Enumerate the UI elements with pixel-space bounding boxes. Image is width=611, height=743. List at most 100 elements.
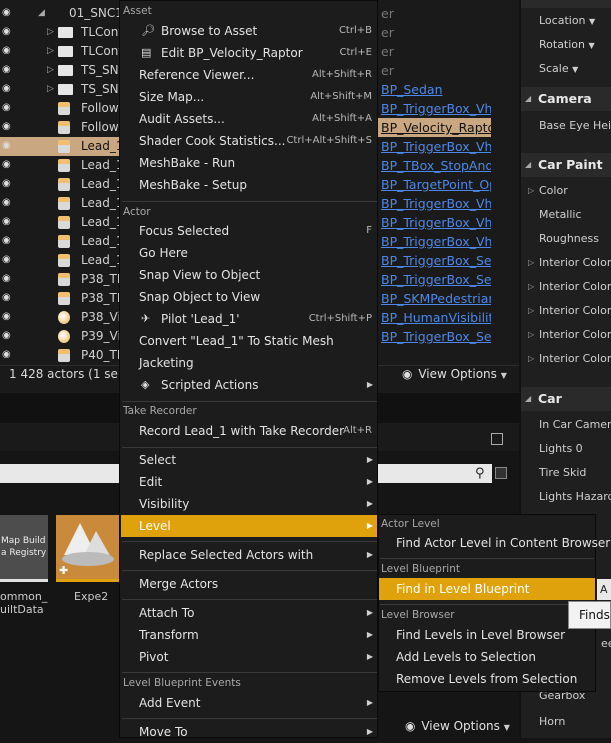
content-view-options-button[interactable]: ◉ View Options ▼ bbox=[405, 719, 510, 733]
asset-tile-expe2[interactable]: ✚ Expe2 bbox=[56, 515, 120, 615]
save-search-icon[interactable] bbox=[495, 467, 507, 479]
car-paint-property-row[interactable]: Color bbox=[521, 179, 611, 203]
outliner-view-options-button[interactable]: ◉ View Options ▼ bbox=[402, 367, 507, 385]
visibility-submenu-item[interactable]: Visibility ▶ bbox=[121, 493, 377, 515]
scale-row[interactable]: Scale ▼ bbox=[521, 57, 611, 81]
outliner-row[interactable]: ◉ Followe bbox=[0, 118, 126, 137]
outliner-row[interactable]: ◉ ▷ TLCont bbox=[0, 23, 123, 42]
move-to-submenu-item[interactable]: Move To ▶ bbox=[121, 721, 377, 743]
rotation-row[interactable]: Rotation ▼ bbox=[521, 33, 611, 57]
blueprint-link[interactable]: BP_TriggerBox_Set bbox=[378, 253, 491, 268]
outliner-row[interactable]: ◉ ▷ TS_SNC bbox=[0, 61, 127, 80]
outliner-type-cell[interactable]: BP_TBox_StopAndC bbox=[378, 156, 491, 175]
car-paint-property-row[interactable]: Interior Color 4 bbox=[521, 323, 611, 347]
visibility-eye-icon[interactable]: ◉ bbox=[2, 179, 16, 189]
expanded-arrow-icon[interactable]: ◢ bbox=[38, 8, 45, 18]
outliner-type-cell[interactable]: BP_TriggerBox_Set bbox=[378, 327, 491, 346]
size-map-item[interactable]: Size Map... Alt+Shift+M bbox=[121, 86, 377, 108]
outliner-row[interactable]: ◉ P38_Vi bbox=[0, 308, 121, 327]
outliner-row[interactable]: ◉ Lead_1 bbox=[0, 137, 123, 156]
car-paint-property-row[interactable]: Interior Color E bbox=[521, 347, 611, 371]
visibility-eye-icon[interactable]: ◉ bbox=[2, 217, 16, 227]
outliner-type-cell[interactable]: BP_TriggerBox_Set bbox=[378, 270, 491, 289]
remove-levels-from-selection-item[interactable]: Remove Levels from Selection bbox=[379, 668, 595, 690]
outliner-row[interactable]: ◉ P39_Vi bbox=[0, 327, 121, 346]
search-icon[interactable]: ⚲ bbox=[475, 466, 485, 481]
focus-selected-item[interactable]: Focus Selected F bbox=[121, 220, 377, 242]
collapsed-arrow-icon[interactable]: ▷ bbox=[47, 84, 54, 94]
outliner-type-cell[interactable]: BP_TriggerBox_Vhc bbox=[378, 232, 491, 251]
visibility-eye-icon[interactable]: ◉ bbox=[2, 312, 16, 322]
car-paint-property-row[interactable]: Interior Color 1 bbox=[521, 251, 611, 275]
outliner-type-cell[interactable]: BP_TriggerBox_Vhc bbox=[378, 137, 491, 156]
outliner-type-cell[interactable]: BP_TriggerBox_Vhc bbox=[378, 194, 491, 213]
browse-to-asset-item[interactable]: 🔎︎ Browse to Asset Ctrl+B bbox=[121, 20, 377, 42]
convert-to-static-mesh-item[interactable]: Convert "Lead_1" To Static Mesh bbox=[121, 330, 377, 352]
visibility-eye-icon[interactable]: ◉ bbox=[2, 27, 16, 37]
location-row[interactable]: Location ▼ bbox=[521, 9, 611, 33]
visibility-eye-icon[interactable]: ◉ bbox=[2, 331, 16, 341]
visibility-eye-icon[interactable]: ◉ bbox=[2, 293, 16, 303]
outliner-row[interactable]: ◉ Lead_1 bbox=[0, 232, 123, 251]
outliner-type-cell[interactable]: BP_TargetPoint_Op bbox=[378, 175, 491, 194]
outliner-row[interactable]: ◉ Followe bbox=[0, 99, 126, 118]
blueprint-link[interactable]: BP_TargetPoint_Op bbox=[378, 177, 491, 192]
replace-selected-actors-item[interactable]: Replace Selected Actors with ▶ bbox=[121, 544, 377, 566]
outliner-row[interactable]: ◉ Lead_1 bbox=[0, 194, 123, 213]
find-actor-level-item[interactable]: Find Actor Level in Content Browser bbox=[379, 532, 610, 554]
pivot-submenu-item[interactable]: Pivot ▶ bbox=[121, 646, 377, 668]
blueprint-link[interactable]: BP_TriggerBox_Vhc bbox=[378, 196, 491, 211]
visibility-eye-icon[interactable]: ◉ bbox=[2, 198, 16, 208]
visibility-eye-icon[interactable]: ◉ bbox=[2, 160, 16, 170]
camera-category[interactable]: Camera bbox=[521, 87, 611, 111]
blueprint-link[interactable]: BP_TriggerBox_Vhc bbox=[378, 139, 491, 154]
audit-assets-item[interactable]: Audit Assets... Alt+Shift+A bbox=[121, 108, 377, 130]
pilot-actor-item[interactable]: ✈ Pilot 'Lead_1' Ctrl+Shift+P bbox=[121, 308, 377, 330]
outliner-type-cell[interactable]: BP_Velocity_Raptor bbox=[378, 118, 491, 137]
outliner-type-cell[interactable]: BP_TriggerBox_Set bbox=[378, 251, 491, 270]
outliner-type-cell[interactable]: BP_TriggerBox_Vhc bbox=[378, 99, 491, 118]
record-with-take-recorder-item[interactable]: Record Lead_1 with Take Recorder Alt+R bbox=[121, 420, 377, 442]
visibility-eye-icon[interactable]: ◉ bbox=[2, 350, 16, 360]
blueprint-link[interactable]: BP_TBox_StopAndC bbox=[378, 158, 491, 173]
outliner-type-cell[interactable]: BP_TriggerBox_Vhc bbox=[378, 213, 491, 232]
attach-to-submenu-item[interactable]: Attach To ▶ bbox=[121, 602, 377, 624]
snap-object-to-view-item[interactable]: Snap Object to View bbox=[121, 286, 377, 308]
meshbake-setup-item[interactable]: MeshBake - Setup bbox=[121, 174, 377, 196]
reference-viewer-item[interactable]: Reference Viewer... Alt+Shift+R bbox=[121, 64, 377, 86]
collapsed-arrow-icon[interactable]: ▷ bbox=[47, 65, 54, 75]
blueprint-link[interactable]: BP_TriggerBox_Vhc bbox=[378, 234, 491, 249]
blueprint-link[interactable]: BP_TriggerBox_Set bbox=[378, 329, 491, 344]
collapsed-arrow-icon[interactable]: ▷ bbox=[47, 27, 54, 37]
blueprint-link[interactable]: BP_SKMPedestrian bbox=[378, 291, 491, 306]
blueprint-link[interactable]: BP_TriggerBox_Vhc bbox=[378, 215, 491, 230]
outliner-row[interactable]: ◉ P38_TE bbox=[0, 289, 124, 308]
car-paint-property-row[interactable]: Interior Color 3 bbox=[521, 299, 611, 323]
add-event-submenu-item[interactable]: Add Event ▶ bbox=[121, 692, 377, 714]
edit-blueprint-item[interactable]: ▤ Edit BP_Velocity_Raptor Ctrl+E bbox=[121, 42, 377, 64]
car-paint-category[interactable]: Car Paint bbox=[521, 153, 611, 177]
select-submenu-item[interactable]: Select ▶ bbox=[121, 449, 377, 471]
snap-view-to-object-item[interactable]: Snap View to Object bbox=[121, 264, 377, 286]
visibility-eye-icon[interactable]: ◉ bbox=[2, 255, 16, 265]
find-levels-in-level-browser-item[interactable]: Find Levels in Level Browser bbox=[379, 624, 595, 646]
visibility-eye-icon[interactable]: ◉ bbox=[2, 236, 16, 246]
outliner-type-cell[interactable]: BP_Sedan bbox=[378, 80, 491, 99]
visibility-eye-icon[interactable]: ◉ bbox=[2, 46, 16, 56]
outliner-row[interactable]: ◉ ▷ TS_SNC bbox=[0, 80, 127, 99]
outliner-row[interactable]: ◉ ◢ 01_SNC1 bbox=[0, 4, 123, 23]
go-here-item[interactable]: Go Here bbox=[121, 242, 377, 264]
blueprint-link[interactable]: BP_HumanVisibility bbox=[378, 310, 491, 325]
asset-tile-map-build-data[interactable]: Map Build a Registry ommon_ uiltData bbox=[0, 515, 48, 616]
outliner-row[interactable]: ◉ P40_TE bbox=[0, 346, 124, 365]
lock-icon[interactable] bbox=[491, 433, 503, 445]
outliner-row[interactable]: ◉ Lead_1 bbox=[0, 156, 123, 175]
shader-cook-statistics-item[interactable]: Shader Cook Statistics... Ctrl+Alt+Shift+… bbox=[121, 130, 377, 152]
blueprint-link[interactable]: BP_Sedan bbox=[378, 82, 443, 97]
outliner-row[interactable]: ◉ Lead_1 bbox=[0, 251, 123, 270]
find-in-level-blueprint-item[interactable]: Find in Level Blueprint bbox=[379, 578, 595, 600]
transform-submenu-item[interactable]: Transform ▶ bbox=[121, 624, 377, 646]
outliner-row[interactable]: ◉ P38_TE bbox=[0, 270, 124, 289]
car-paint-property-row[interactable]: Metallic bbox=[521, 203, 611, 227]
blueprint-link[interactable]: BP_TriggerBox_Vhc bbox=[378, 101, 491, 116]
